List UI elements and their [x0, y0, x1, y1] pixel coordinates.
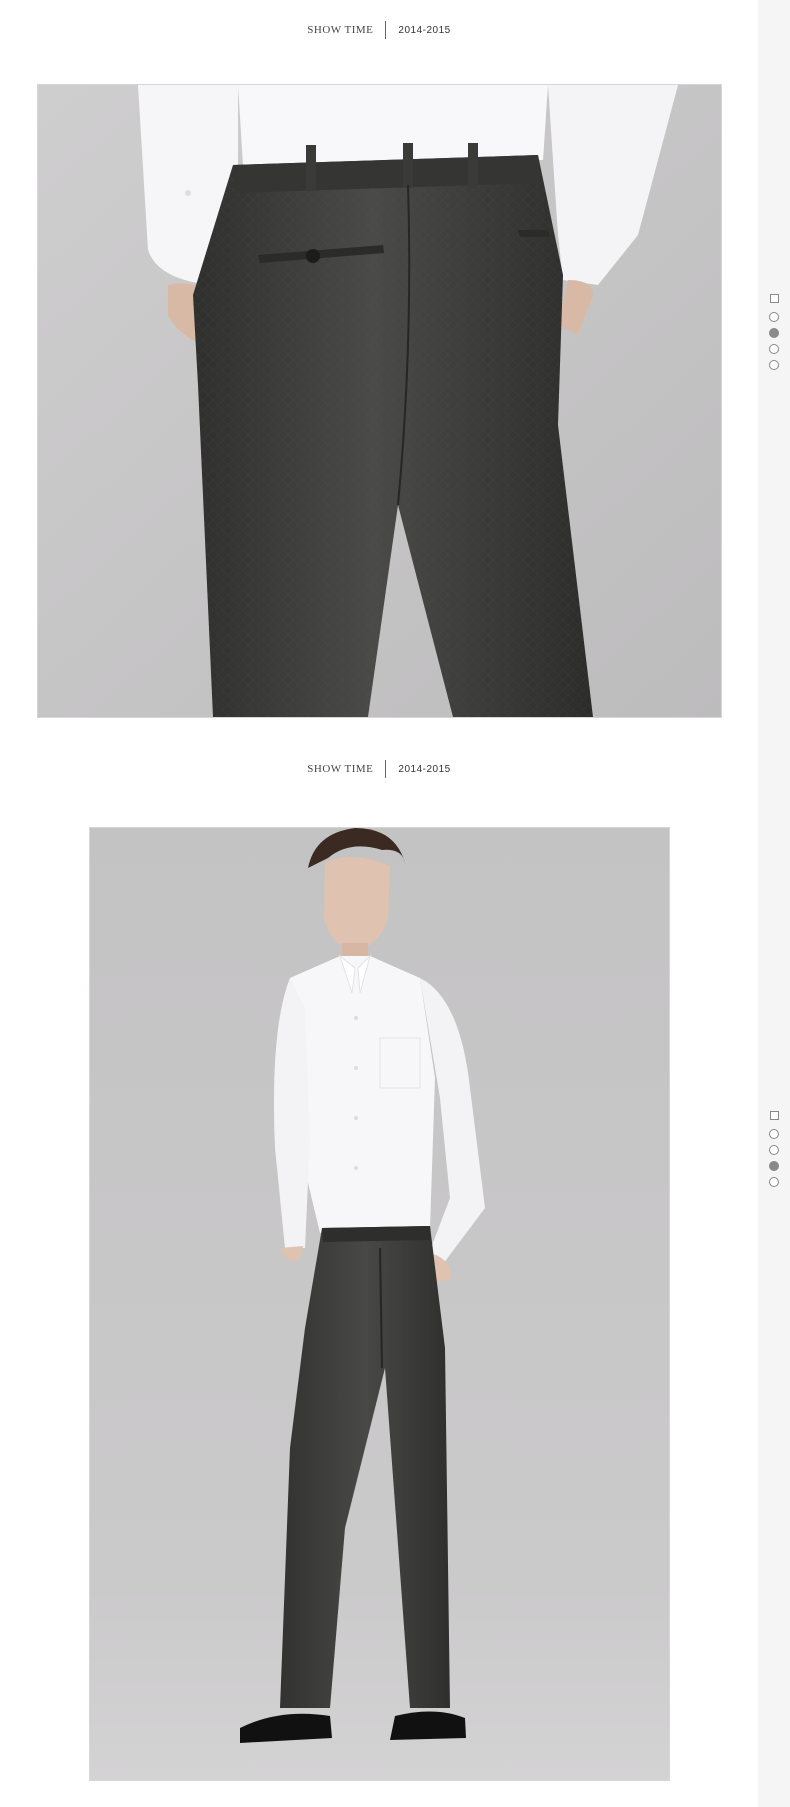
header-year: 2014-2015: [398, 763, 451, 775]
product-photo-back: [37, 84, 722, 718]
side-rail: [758, 0, 790, 1807]
nav-dot-1[interactable]: [769, 312, 779, 322]
section-nav-1[interactable]: [768, 294, 780, 376]
square-icon[interactable]: [769, 1111, 779, 1120]
header-divider: [385, 760, 387, 778]
nav-dot-2[interactable]: [769, 1145, 779, 1155]
model-illustration: [90, 828, 669, 1780]
trousers-back-illustration: [38, 85, 721, 717]
header-divider: [385, 21, 387, 39]
header-year: 2014-2015: [398, 24, 451, 36]
nav-dot-2-active[interactable]: [769, 328, 779, 338]
section-header: SHOW TIME 2014-2015: [0, 19, 758, 41]
nav-dot-4[interactable]: [769, 1177, 779, 1187]
section-header: SHOW TIME 2014-2015: [0, 758, 758, 780]
section-nav-2[interactable]: [768, 1111, 780, 1193]
nav-dot-3-active[interactable]: [769, 1161, 779, 1171]
nav-dot-3[interactable]: [769, 344, 779, 354]
nav-dot-4[interactable]: [769, 360, 779, 370]
nav-dot-1[interactable]: [769, 1129, 779, 1139]
product-photo-model: [89, 827, 670, 1781]
square-icon[interactable]: [769, 294, 779, 303]
header-label: SHOW TIME: [307, 24, 374, 36]
header-label: SHOW TIME: [307, 763, 374, 775]
